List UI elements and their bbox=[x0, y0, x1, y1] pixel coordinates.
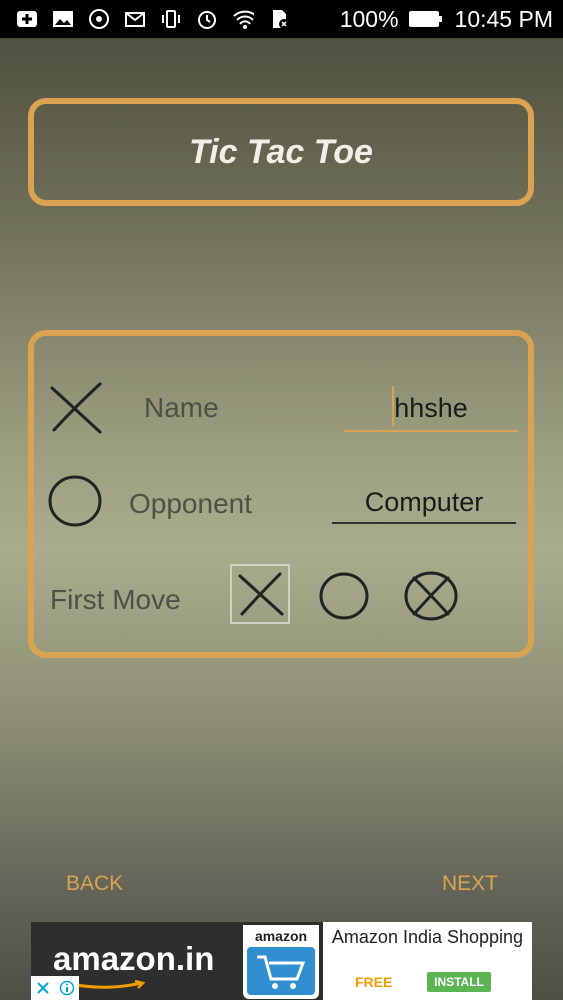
name-input[interactable]: hhshe bbox=[344, 388, 518, 432]
amazon-app-icon: amazon bbox=[243, 925, 319, 999]
info-icon[interactable] bbox=[59, 980, 75, 996]
battery-percent: 100% bbox=[339, 5, 399, 32]
ad-controls bbox=[31, 976, 79, 1000]
opponent-label: Opponent bbox=[129, 488, 252, 519]
alarm-icon bbox=[196, 8, 218, 30]
vibrate-icon bbox=[160, 8, 182, 30]
random-icon bbox=[404, 571, 458, 621]
image-icon bbox=[52, 8, 74, 30]
name-label: Name bbox=[144, 392, 219, 423]
back-button[interactable]: BACK bbox=[66, 872, 123, 896]
add-icon bbox=[16, 8, 38, 30]
wifi-icon bbox=[232, 8, 254, 30]
first-move-random-button[interactable] bbox=[400, 566, 460, 626]
ad-banner[interactable]: amazon.in amazon Amazon India Shopping F… bbox=[31, 922, 532, 1000]
status-bar: 100% 10:45 PM bbox=[0, 0, 563, 38]
close-icon[interactable] bbox=[35, 980, 51, 996]
battery-icon bbox=[408, 11, 442, 27]
music-icon bbox=[88, 8, 110, 30]
x-icon bbox=[50, 382, 102, 434]
ad-price: FREE bbox=[355, 974, 393, 990]
x-icon bbox=[238, 572, 284, 616]
title-banner: Tic Tac Toe bbox=[28, 98, 534, 206]
clock: 10:45 PM bbox=[454, 5, 553, 32]
amazon-logo: amazon.in bbox=[53, 940, 215, 977]
app-title: Tic Tac Toe bbox=[189, 132, 373, 171]
shopping-cart-icon bbox=[257, 955, 306, 989]
o-icon bbox=[319, 572, 369, 620]
opponent-select[interactable]: Computer bbox=[332, 482, 516, 524]
ad-title: Amazon India Shopping bbox=[331, 927, 524, 947]
sd-card-icon bbox=[268, 8, 290, 30]
o-icon bbox=[48, 475, 102, 527]
first-move-x-button[interactable] bbox=[230, 564, 290, 624]
player-settings-panel: Name hhshe Opponent Computer First Move bbox=[28, 330, 534, 658]
mail-icon bbox=[124, 8, 146, 30]
ad-details: Amazon India Shopping FREE INSTALL bbox=[323, 922, 532, 1000]
install-button[interactable]: INSTALL bbox=[427, 972, 491, 992]
next-button[interactable]: NEXT bbox=[442, 872, 498, 896]
first-move-o-button[interactable] bbox=[314, 566, 374, 626]
text-cursor bbox=[392, 386, 394, 426]
first-move-label: First Move bbox=[50, 584, 181, 615]
